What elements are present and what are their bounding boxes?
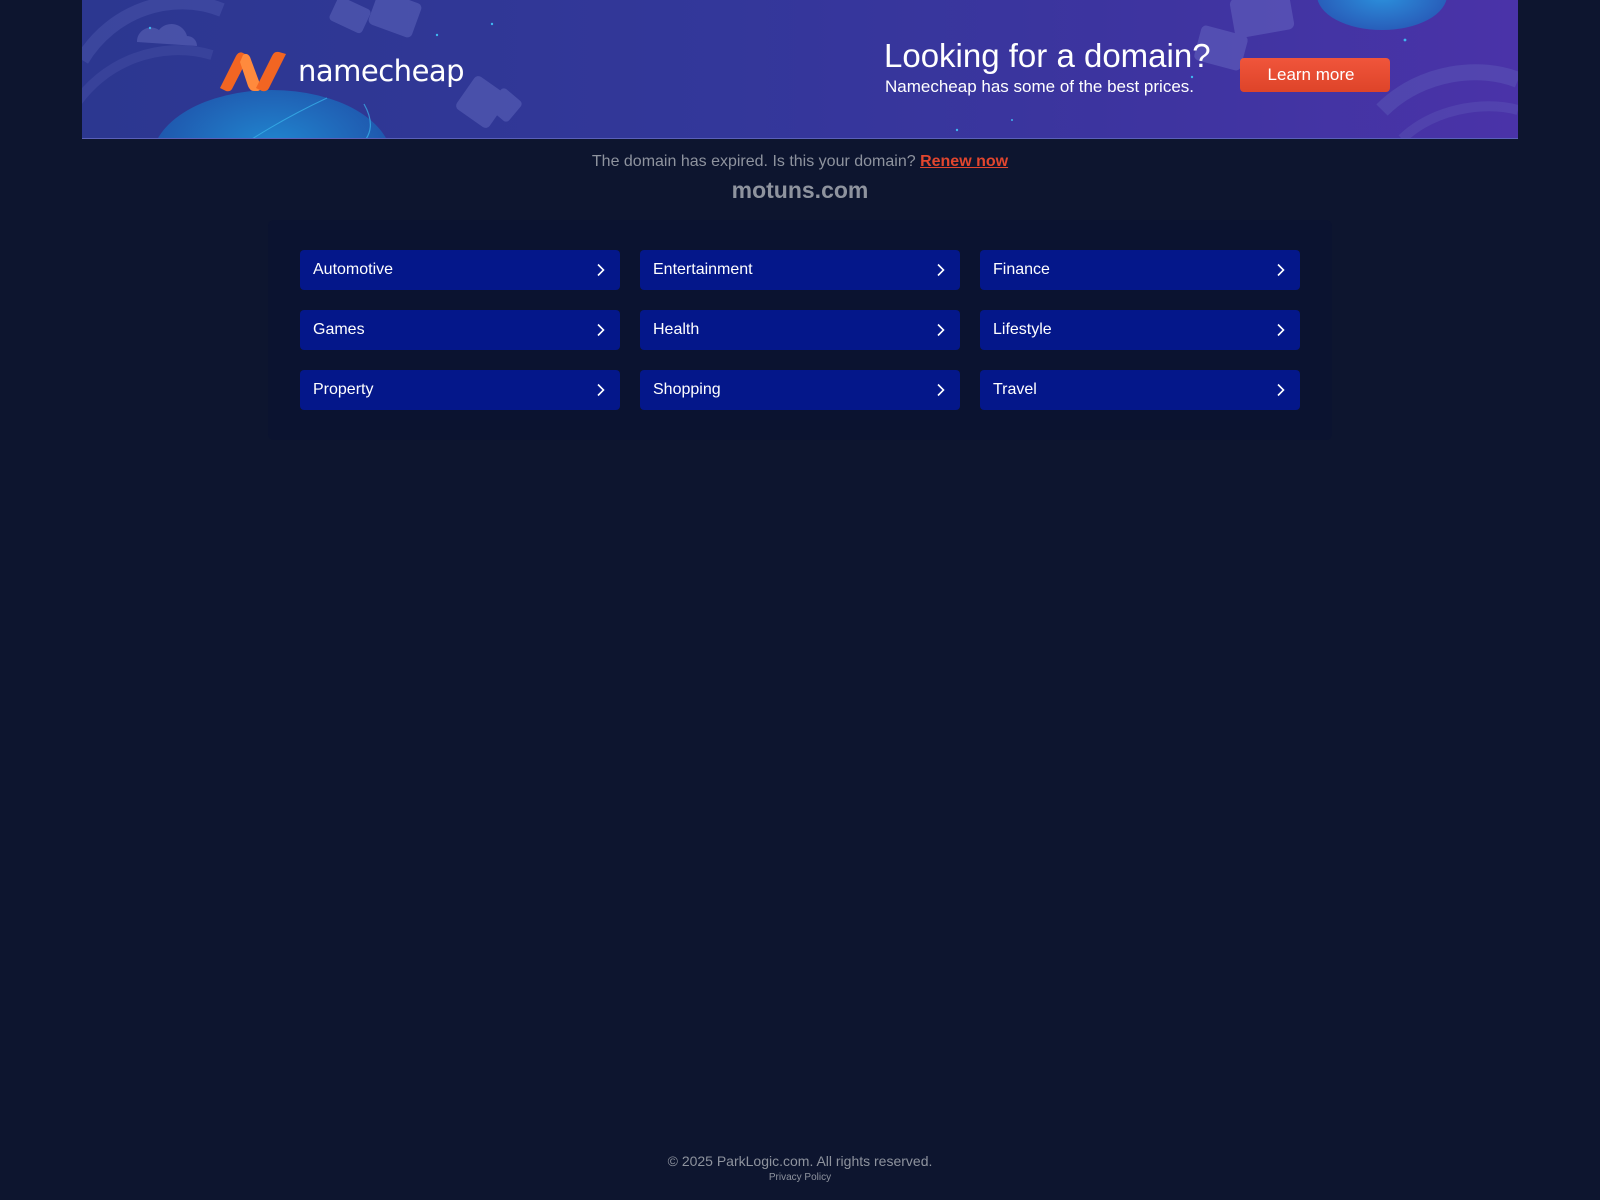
- chevron-right-icon: [1277, 263, 1285, 277]
- category-grid: Automotive Entertainment Finance Games H…: [300, 250, 1300, 410]
- promo-headline: Looking for a domain?: [884, 37, 1211, 74]
- chevron-right-icon: [937, 263, 945, 277]
- namecheap-wordmark: namecheap: [298, 53, 465, 88]
- category-health[interactable]: Health: [640, 310, 960, 350]
- namecheap-logo: namecheap: [216, 50, 465, 92]
- category-label: Property: [313, 381, 374, 398]
- category-label: Shopping: [653, 381, 721, 398]
- expiry-notice: The domain has expired. Is this your dom…: [0, 152, 1600, 172]
- promo-text: Looking for a domain? Namecheap has some…: [884, 36, 1211, 98]
- category-travel[interactable]: Travel: [980, 370, 1300, 410]
- learn-more-button[interactable]: Learn more: [1240, 58, 1390, 92]
- category-property[interactable]: Property: [300, 370, 620, 410]
- chevron-right-icon: [937, 323, 945, 337]
- chevron-right-icon: [597, 383, 605, 397]
- footer-links: Privacy Policy: [0, 1172, 1600, 1184]
- namecheap-banner[interactable]: namecheap Looking for a domain? Namechea…: [82, 0, 1518, 139]
- chevron-right-icon: [937, 383, 945, 397]
- copyright-text: © 2025 ParkLogic.com. All rights reserve…: [667, 1153, 933, 1169]
- renew-now-link[interactable]: Renew now: [920, 153, 1008, 170]
- category-finance[interactable]: Finance: [980, 250, 1300, 290]
- privacy-policy-link[interactable]: Privacy Policy: [769, 1172, 831, 1183]
- category-lifestyle[interactable]: Lifestyle: [980, 310, 1300, 350]
- category-label: Travel: [993, 381, 1037, 398]
- expiry-notice-text: The domain has expired. Is this your dom…: [591, 153, 916, 170]
- category-label: Entertainment: [653, 261, 753, 278]
- category-shopping[interactable]: Shopping: [640, 370, 960, 410]
- namecheap-logo-icon: [220, 51, 286, 92]
- category-label: Lifestyle: [993, 321, 1052, 338]
- category-label: Automotive: [313, 261, 394, 278]
- category-games[interactable]: Games: [300, 310, 620, 350]
- category-label: Finance: [993, 261, 1050, 278]
- promo-subline: Namecheap has some of the best prices.: [885, 77, 1194, 96]
- category-entertainment[interactable]: Entertainment: [640, 250, 960, 290]
- category-label: Games: [313, 321, 365, 338]
- domain-name: motuns.com: [731, 177, 869, 203]
- chevron-right-icon: [597, 263, 605, 277]
- category-automotive[interactable]: Automotive: [300, 250, 620, 290]
- chevron-right-icon: [1277, 323, 1285, 337]
- category-label: Health: [653, 321, 700, 338]
- chevron-right-icon: [597, 323, 605, 337]
- chevron-right-icon: [1277, 383, 1285, 397]
